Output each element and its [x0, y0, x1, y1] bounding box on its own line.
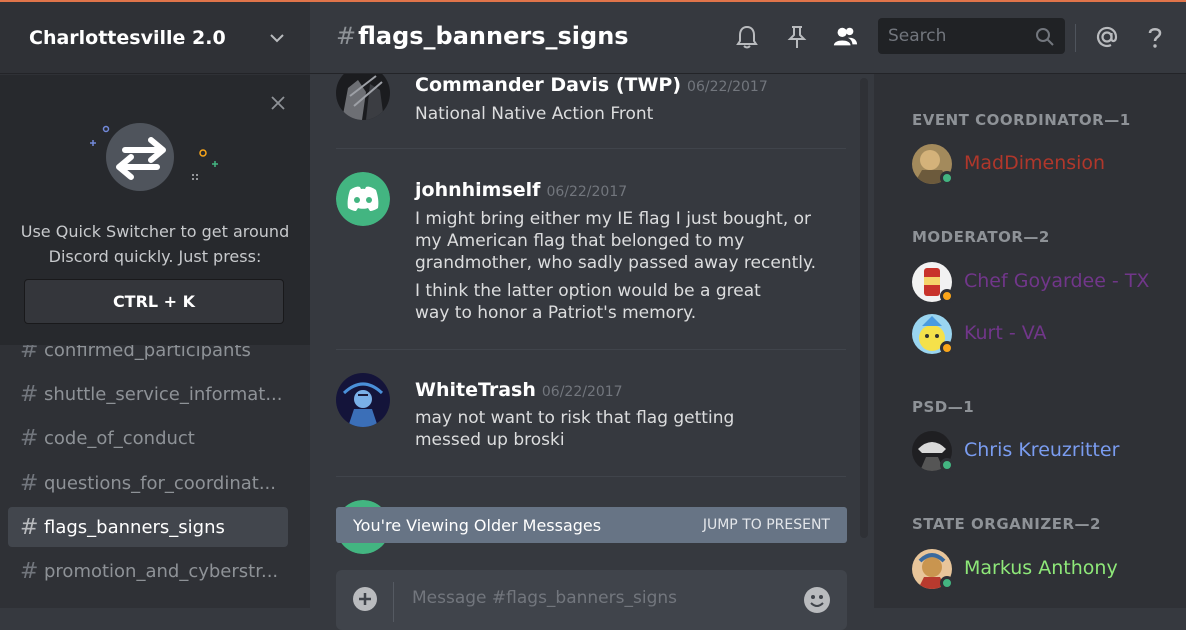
member-item[interactable]: Markus Anthony — [912, 547, 1172, 591]
avatar[interactable] — [336, 373, 390, 427]
window-top-accent — [0, 0, 1186, 2]
member-item[interactable]: Chris Kreuzritter — [912, 429, 1172, 473]
quick-switcher-description: Use Quick Switcher to get around Discord… — [15, 219, 295, 269]
channel-label: promotion_and_cyberstr... — [44, 560, 279, 582]
message-scrollbar[interactable] — [860, 78, 868, 538]
hash-icon: # — [336, 22, 357, 50]
search-icon — [1036, 28, 1054, 46]
mention-icon[interactable] — [1094, 24, 1120, 50]
online-status-icon — [940, 576, 954, 590]
close-icon[interactable] — [268, 93, 288, 113]
quick-switcher-shortcut-button[interactable]: CTRL + K — [24, 279, 284, 324]
channel-title-text: flags_banners_signs — [358, 22, 629, 50]
author-name[interactable]: Commander Davis (TWP) — [415, 74, 681, 96]
quick-switcher-line-1: Use Quick Switcher to get around — [20, 222, 290, 241]
message-group: Commander Davis (TWP) 06/22/2017 National… — [336, 74, 856, 126]
channel-flags-banners-signs[interactable]: # flags_banners_signs — [8, 507, 288, 547]
older-messages-bar[interactable]: You're Viewing Older Messages JUMP TO PR… — [336, 507, 847, 543]
hash-icon: # — [20, 425, 39, 451]
role-header: STATE ORGANIZER—2 — [912, 515, 1101, 533]
quick-switcher-popout: Use Quick Switcher to get around Discord… — [0, 75, 310, 345]
message-composer — [336, 570, 847, 630]
help-icon[interactable] — [1142, 24, 1168, 50]
role-header: PSD—1 — [912, 398, 975, 416]
channel-questions-for-coordinators[interactable]: # questions_for_coordinat... — [8, 463, 288, 503]
channel-code-of-conduct[interactable]: # code_of_conduct — [8, 418, 288, 458]
message-text: I might bring either my IE flag I just b… — [415, 209, 817, 273]
chevron-down-icon[interactable] — [268, 29, 286, 47]
message-input[interactable] — [410, 587, 774, 609]
emoji-icon[interactable] — [803, 586, 831, 614]
bell-icon[interactable] — [734, 24, 760, 50]
channel-label: shuttle_service_informat... — [44, 383, 283, 405]
channel-label: code_of_conduct — [44, 427, 195, 449]
author-name[interactable]: WhiteTrash — [415, 379, 536, 401]
discord-logo-avatar[interactable] — [336, 172, 390, 226]
channel-sidebar: Charlottesville 2.0 Use Quick Switcher t… — [0, 2, 310, 608]
message-divider — [336, 148, 846, 149]
composer-divider — [393, 582, 394, 622]
quick-switcher-illustration — [90, 123, 218, 191]
message-author[interactable]: johnhimself 06/22/2017 — [415, 179, 627, 201]
older-messages-label: You're Viewing Older Messages — [353, 515, 602, 535]
idle-status-icon — [940, 341, 954, 355]
role-header: MODERATOR—2 — [912, 228, 1050, 246]
channel-promotion-and-cyberstrategy[interactable]: # promotion_and_cyberstr... — [8, 551, 288, 591]
message-divider — [336, 476, 846, 477]
online-status-icon — [940, 458, 954, 472]
search-input[interactable] — [886, 25, 1030, 47]
role-header: EVENT COORDINATOR—1 — [912, 111, 1131, 129]
channel-shuttle-service[interactable]: # shuttle_service_informat... — [8, 374, 288, 414]
online-status-icon — [940, 171, 954, 185]
message-timestamp: 06/22/2017 — [541, 384, 623, 400]
hash-icon: # — [20, 514, 39, 540]
server-header[interactable]: Charlottesville 2.0 — [0, 2, 310, 74]
member-name: Kurt - VA — [964, 322, 1047, 344]
message-divider — [336, 349, 846, 350]
message-text: National Native Action Front — [415, 104, 654, 124]
message-author[interactable]: Commander Davis (TWP) 06/22/2017 — [415, 74, 768, 96]
chat-header: #flags_banners_signs — [310, 2, 1186, 74]
author-name[interactable]: johnhimself — [415, 179, 540, 201]
member-name: Markus Anthony — [964, 557, 1118, 579]
quick-switcher-line-2: Discord quickly. Just press: — [48, 247, 262, 266]
message-group: WhiteTrash 06/22/2017 may not want to ris… — [336, 373, 856, 453]
message-text: may not want to risk that flag getting m… — [415, 408, 735, 450]
message-timestamp: 06/22/2017 — [546, 184, 628, 200]
message-group: johnhimself 06/22/2017 I might bring eith… — [336, 172, 856, 332]
message-timestamp: 06/22/2017 — [687, 79, 768, 95]
hash-icon: # — [20, 558, 39, 584]
upload-plus-icon[interactable] — [352, 586, 378, 612]
member-name: Chris Kreuzritter — [964, 439, 1120, 461]
hash-icon: # — [20, 470, 39, 496]
member-name: MadDimension — [964, 152, 1106, 174]
members-icon[interactable] — [832, 24, 858, 50]
message-author[interactable]: WhiteTrash 06/22/2017 — [415, 379, 623, 401]
idle-status-icon — [940, 289, 954, 303]
pin-icon[interactable] — [784, 24, 810, 50]
channel-label: questions_for_coordinat... — [44, 472, 276, 494]
header-divider — [1075, 24, 1076, 52]
channel-label: flags_banners_signs — [44, 516, 225, 538]
member-item[interactable]: MadDimension — [912, 142, 1172, 186]
hash-icon: # — [20, 381, 39, 407]
message-text: I think the latter option would be a gre… — [415, 281, 761, 323]
search-bar[interactable] — [878, 18, 1065, 54]
member-item[interactable]: Chef Goyardee - TX — [912, 260, 1172, 304]
avatar[interactable] — [336, 74, 390, 120]
member-item[interactable]: Kurt - VA — [912, 312, 1172, 356]
channel-title: #flags_banners_signs — [336, 22, 629, 50]
jump-to-present-button[interactable]: JUMP TO PRESENT — [703, 517, 830, 533]
server-name: Charlottesville 2.0 — [29, 26, 226, 49]
member-name: Chef Goyardee - TX — [964, 270, 1150, 292]
member-list[interactable]: EVENT COORDINATOR—1 MadDimension MODERAT… — [874, 74, 1186, 608]
